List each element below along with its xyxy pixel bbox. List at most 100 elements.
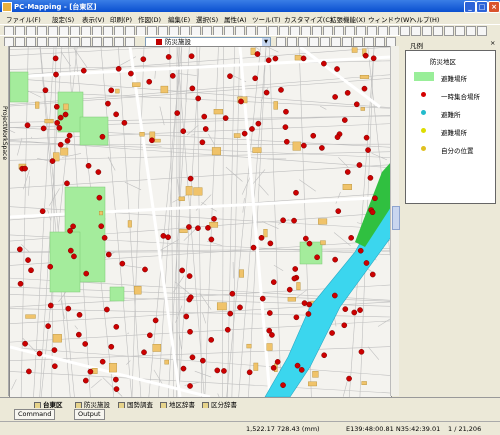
menu-print[interactable]: 印刷(P) xyxy=(110,14,132,24)
facility-point xyxy=(281,218,286,223)
street-line xyxy=(28,176,29,196)
facility-point xyxy=(67,133,72,138)
menu-tools[interactable]: ツール(T) xyxy=(252,14,281,24)
facility-point xyxy=(64,181,69,186)
tab-taito[interactable]: 台東区 xyxy=(34,399,63,407)
maximize-button[interactable]: □ xyxy=(476,1,488,13)
minimize-button[interactable]: _ xyxy=(464,1,476,13)
facility-point xyxy=(186,224,191,229)
green-rect-icon xyxy=(414,72,434,81)
tab-kubun[interactable]: 区分辞書 xyxy=(202,399,237,407)
output-button[interactable]: Output xyxy=(74,409,105,420)
facility-point xyxy=(104,307,109,312)
facility-point xyxy=(247,370,252,375)
facility-point xyxy=(345,90,350,95)
menu-customize[interactable]: カスタマイズ(C) xyxy=(284,14,332,24)
toolbar-button[interactable] xyxy=(455,26,465,36)
facility-point xyxy=(368,175,373,180)
street-line xyxy=(295,290,307,299)
app-icon xyxy=(2,2,12,12)
menu-help[interactable]: ヘルプ(H) xyxy=(410,14,439,24)
facility-point xyxy=(147,79,152,84)
map-vertical-scrollbar[interactable] xyxy=(390,46,399,396)
facility-point xyxy=(81,68,86,73)
facility-point xyxy=(142,267,147,272)
facility-point xyxy=(271,365,276,370)
tab-bousai[interactable]: 防災施設 xyxy=(75,399,110,407)
legend-item-label: 避難所 xyxy=(441,109,461,119)
scrollbar-thumb[interactable] xyxy=(392,206,400,230)
toolbar-button[interactable] xyxy=(422,26,432,36)
menu-settings[interactable]: 設定(S) xyxy=(52,14,74,24)
tab-kokusei[interactable]: 国勢調査 xyxy=(118,399,153,407)
toolbar-button[interactable] xyxy=(411,26,421,36)
toolbar-button[interactable] xyxy=(444,26,454,36)
facility-point xyxy=(329,330,334,335)
close-button[interactable]: × xyxy=(488,1,500,13)
building xyxy=(234,134,240,138)
building xyxy=(63,104,68,110)
menu-bar: ファイル(F) 設定(S) 表示(V) 印刷(P) 作図(D) 編集(E) 選択… xyxy=(0,13,500,24)
building xyxy=(212,147,221,155)
facility-point xyxy=(227,74,232,79)
facility-point xyxy=(189,54,194,59)
menu-window[interactable]: ウィンドウ(W) xyxy=(368,14,412,24)
menu-edit[interactable]: 編集(E) xyxy=(168,14,190,24)
menu-view[interactable]: 表示(V) xyxy=(82,14,105,24)
facility-point xyxy=(335,135,340,140)
toolbar-button[interactable] xyxy=(433,26,443,36)
facility-point xyxy=(147,333,152,338)
facility-point xyxy=(215,368,220,373)
facility-point xyxy=(293,190,298,195)
building xyxy=(295,55,301,60)
facility-point xyxy=(106,252,111,257)
project-workspace-tab[interactable]: ProjectWorkSpace xyxy=(0,46,9,396)
chevron-down-icon[interactable]: ▼ xyxy=(262,38,270,46)
menu-draw[interactable]: 作図(D) xyxy=(138,14,161,24)
facility-point xyxy=(268,241,273,246)
facility-point xyxy=(128,71,133,76)
facility-point xyxy=(46,324,51,329)
facility-point xyxy=(102,235,107,240)
building xyxy=(343,184,352,190)
facility-point xyxy=(43,88,48,93)
facility-point xyxy=(354,102,359,107)
facility-point xyxy=(54,104,59,109)
menu-extensions[interactable]: 拡張機能(X) xyxy=(330,14,366,24)
tab-chiku[interactable]: 地区辞書 xyxy=(160,399,195,407)
command-button[interactable]: Command xyxy=(14,409,55,420)
close-icon[interactable]: × xyxy=(490,39,495,47)
building xyxy=(361,107,365,110)
facility-point xyxy=(301,143,306,148)
facility-point xyxy=(371,56,376,61)
menu-file[interactable]: ファイル(F) xyxy=(6,14,41,24)
facility-point xyxy=(188,295,193,300)
building xyxy=(140,132,145,136)
toolbar-button[interactable] xyxy=(466,26,476,36)
menu-attribute[interactable]: 属性(A) xyxy=(224,14,247,24)
facility-point xyxy=(343,307,348,312)
park-area xyxy=(80,117,108,145)
map-svg[interactable] xyxy=(10,47,391,397)
yellow-dot-icon xyxy=(421,146,426,151)
facility-point xyxy=(332,293,337,298)
facility-point xyxy=(71,254,76,259)
building xyxy=(320,241,325,245)
facility-point xyxy=(58,115,63,120)
facility-point xyxy=(358,248,363,253)
toolbar-button[interactable] xyxy=(400,26,410,36)
park-area xyxy=(58,92,83,132)
street-line xyxy=(10,47,391,49)
legend-item: 避難所 xyxy=(406,107,495,119)
legend-item-label: 自分の位置 xyxy=(441,145,474,155)
facility-point xyxy=(267,310,272,315)
facility-point xyxy=(365,147,370,152)
menu-select[interactable]: 選択(S) xyxy=(196,14,218,24)
command-bar: Command Output xyxy=(0,408,500,420)
map-canvas[interactable] xyxy=(9,46,392,398)
toolbar-button[interactable] xyxy=(477,26,487,36)
facility-point xyxy=(187,329,192,334)
facility-point xyxy=(76,332,81,337)
park-area xyxy=(50,232,80,292)
building xyxy=(99,211,102,215)
